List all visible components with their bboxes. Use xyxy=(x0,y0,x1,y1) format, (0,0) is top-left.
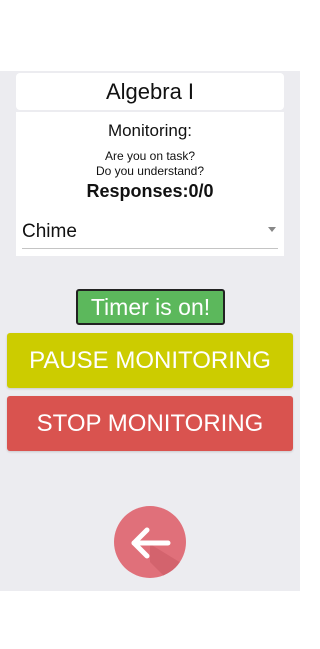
question-on-task: Are you on task? xyxy=(104,149,196,163)
stop-monitoring-label: STOP MONITORING xyxy=(36,409,264,437)
stop-monitoring-button[interactable]: STOP MONITORING xyxy=(7,396,293,451)
timer-status-badge: Timer is on! xyxy=(76,289,225,325)
sound-select[interactable]: Chime xyxy=(22,216,278,249)
question-understand: Do you understand? xyxy=(95,164,205,178)
chevron-down-icon xyxy=(268,227,276,232)
back-button[interactable] xyxy=(114,506,186,578)
timer-status-text: Timer is on! xyxy=(90,293,211,320)
responses-count: Responses:0/0 xyxy=(86,181,214,201)
pause-monitoring-label: PAUSE MONITORING xyxy=(29,346,271,374)
sound-select-value: Chime xyxy=(22,221,77,242)
arrow-left-icon xyxy=(131,527,186,578)
monitoring-label: Monitoring: xyxy=(107,121,193,140)
class-title: Algebra I xyxy=(105,78,195,104)
monitoring-card: Monitoring: Are you on task? Do you unde… xyxy=(16,112,284,256)
class-title-card: Algebra I xyxy=(16,73,284,110)
pause-monitoring-button[interactable]: PAUSE MONITORING xyxy=(7,333,293,388)
